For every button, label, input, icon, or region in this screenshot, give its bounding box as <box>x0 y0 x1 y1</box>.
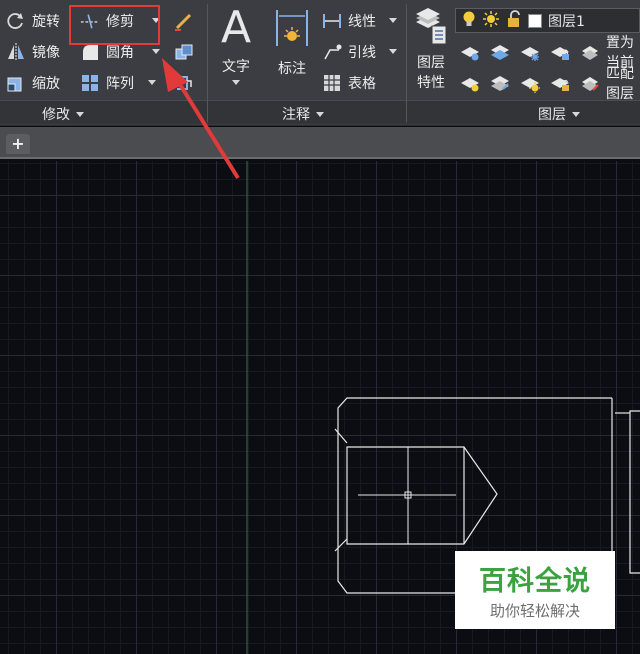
leader-button[interactable]: 引线 <box>322 40 376 64</box>
layer-freeze-icon[interactable] <box>519 42 541 62</box>
fillet-icon <box>80 42 100 62</box>
layer-unlock-icon[interactable] <box>549 73 571 93</box>
layer-properties-label-2: 特性 <box>417 75 445 91</box>
new-tab-button[interactable]: + <box>6 134 30 154</box>
rotate-icon <box>6 11 26 31</box>
dimension-icon <box>275 8 309 52</box>
layer-set-current-icon <box>580 42 600 62</box>
watermark-logo: 百科全说 助你轻松解决 <box>455 551 615 629</box>
leader-dropdown-arrow[interactable] <box>389 49 397 54</box>
annotation-panel-title-text: 注释 <box>282 107 310 123</box>
layer-off-icon[interactable] <box>459 42 481 62</box>
text-large-icon: A <box>221 2 252 53</box>
linear-dropdown-arrow[interactable] <box>389 18 397 23</box>
mirror-icon <box>6 42 26 62</box>
rotate-label: 旋转 <box>32 14 60 30</box>
mirror-button[interactable]: 镜像 <box>6 40 60 64</box>
trim-highlight-box <box>69 5 160 45</box>
watermark-title: 百科全说 <box>479 566 591 597</box>
scale-button[interactable]: 缩放 <box>6 71 60 95</box>
scale-icon <box>6 73 26 93</box>
set-current-layer-button[interactable]: 置为当前 <box>580 35 640 71</box>
leader-label: 引线 <box>348 45 376 61</box>
layer-match-icon <box>580 73 600 93</box>
layer-properties-button[interactable]: 图层 特性 <box>414 8 448 92</box>
layer-color-swatch <box>528 13 542 28</box>
layers-panel-footer <box>407 100 640 124</box>
current-layer-name: 图层1 <box>548 13 585 30</box>
erase-icon[interactable] <box>173 11 195 31</box>
copy-icon[interactable] <box>173 42 195 62</box>
scale-label: 缩放 <box>32 76 60 92</box>
panel-divider <box>406 4 407 122</box>
table-button[interactable]: 表格 <box>322 71 376 95</box>
mirror-label: 镜像 <box>32 45 60 61</box>
leader-icon <box>322 42 342 62</box>
match-layer-label: 匹配图层 <box>606 66 634 102</box>
array-button[interactable]: 阵列 <box>80 71 134 95</box>
layer-dropdown[interactable]: 图层1 <box>455 8 640 33</box>
text-button[interactable]: A 文字 <box>221 6 251 85</box>
dimension-label: 标注 <box>278 61 306 77</box>
modify-panel-title-text: 修改 <box>42 107 70 123</box>
dimension-button[interactable]: 标注 <box>275 8 309 78</box>
chevron-down-icon <box>76 111 84 117</box>
chevron-down-icon <box>572 111 580 117</box>
modify-panel-title[interactable]: 修改 <box>42 104 84 124</box>
stretch-icon[interactable] <box>173 73 195 93</box>
annotation-panel-title[interactable]: 注释 <box>282 104 324 124</box>
layers-panel-title[interactable]: 图层 <box>538 104 580 124</box>
layer-unisolate-icon[interactable] <box>489 73 511 93</box>
text-label: 文字 <box>222 59 251 75</box>
sun-icon <box>482 10 500 32</box>
chevron-down-icon <box>232 80 241 85</box>
linear-dimension-icon <box>322 11 342 31</box>
unlock-icon <box>506 9 522 32</box>
match-layer-button[interactable]: 匹配图层 <box>580 66 640 102</box>
table-icon <box>322 73 342 93</box>
layer-properties-icon <box>414 8 448 50</box>
linear-button[interactable]: 线性 <box>322 9 376 33</box>
fillet-dropdown-arrow[interactable] <box>152 49 160 54</box>
linear-label: 线性 <box>348 14 376 30</box>
crosshair-cursor <box>358 447 456 544</box>
lightbulb-icon <box>462 10 476 32</box>
table-label: 表格 <box>348 76 376 92</box>
layer-thaw-icon[interactable] <box>519 73 541 93</box>
layer-on-icon[interactable] <box>459 73 481 93</box>
layer-properties-label-1: 图层 <box>417 55 445 71</box>
layers-panel-title-text: 图层 <box>538 107 566 123</box>
array-label: 阵列 <box>106 76 134 92</box>
watermark-subtitle: 助你轻松解决 <box>489 602 580 620</box>
layer-lock-icon[interactable] <box>549 42 571 62</box>
array-icon <box>80 73 100 93</box>
array-dropdown-arrow[interactable] <box>148 80 156 85</box>
layer-isolate-icon[interactable] <box>489 42 511 62</box>
modify-panel-footer <box>0 100 207 124</box>
fillet-label: 圆角 <box>106 45 134 61</box>
file-tab-strip: + <box>0 127 640 159</box>
panel-divider <box>207 4 208 122</box>
rotate-button[interactable]: 旋转 <box>6 9 60 33</box>
chevron-down-icon <box>316 111 324 117</box>
